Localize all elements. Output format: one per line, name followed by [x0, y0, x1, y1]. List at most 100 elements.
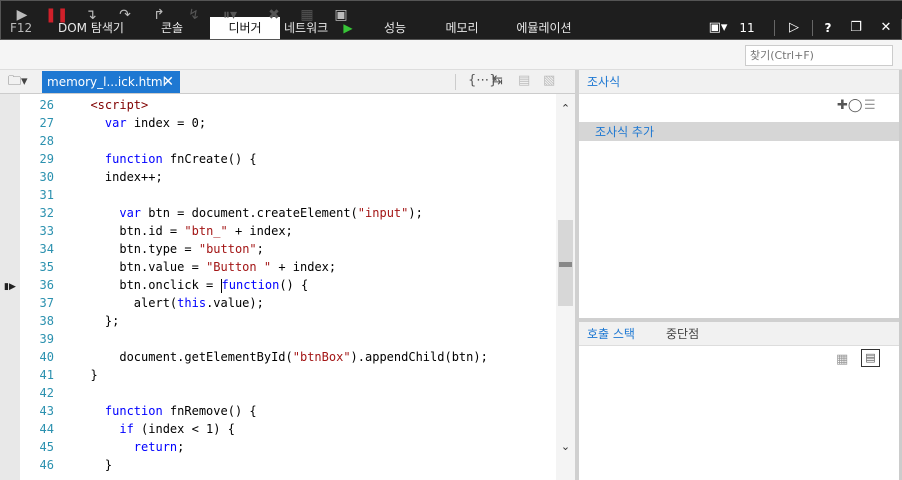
- code-line: 40 document.getElementById("btnBox").app…: [20, 348, 488, 366]
- file-tab-label: memory_l...ick.html: [47, 75, 166, 89]
- show-frames-icon[interactable]: ▤: [861, 349, 880, 367]
- code-token: btn.id = "btn_" + index;: [76, 224, 293, 238]
- line-number: 43: [39, 404, 54, 418]
- code-editor[interactable]: 26 <script> 27 var index = 0; 28 29 func…: [20, 94, 556, 480]
- code-token: );: [408, 206, 423, 220]
- code-line: 41 }: [20, 366, 98, 384]
- line-number: 27: [39, 116, 54, 130]
- line-number: 41: [39, 368, 54, 382]
- code-token: if: [119, 422, 134, 436]
- tab-breakpoints[interactable]: 중단점: [666, 325, 699, 342]
- code-token: btn.id =: [119, 224, 185, 238]
- code-token: + index;: [271, 260, 337, 274]
- code-token: };: [76, 314, 120, 328]
- step-over-icon[interactable]: ↷: [114, 4, 136, 26]
- source-map-icon[interactable]: ▤: [518, 73, 530, 88]
- code-line: 46 }: [20, 456, 113, 474]
- code-token: var: [119, 206, 142, 220]
- code-token: <script>: [90, 98, 149, 112]
- code-token: "btnBox": [292, 350, 351, 364]
- editor-scrollbar[interactable]: ⌃ ⌄: [556, 94, 575, 480]
- break-on-new-worker-icon[interactable]: ↯: [183, 4, 205, 26]
- code-token: document.getElementById("btnBox").append…: [76, 350, 487, 364]
- code-token: var btn = document.createElement("input"…: [76, 206, 423, 220]
- blackbox-icon[interactable]: ▧: [543, 73, 555, 88]
- word-wrap-icon[interactable]: ↹: [492, 73, 503, 88]
- code-token: function: [104, 404, 163, 418]
- code-token: var index = 0;: [76, 116, 206, 130]
- tab-emulation[interactable]: 에뮬레이션: [506, 17, 582, 39]
- line-number: 38: [39, 314, 54, 328]
- code-token: function fnCreate() {: [76, 152, 257, 166]
- line-number: 32: [39, 206, 54, 220]
- line-number: 44: [39, 422, 54, 436]
- tab-memory[interactable]: 메모리: [434, 17, 490, 39]
- code-line: 35 btn.value = "Button " + index;: [20, 258, 337, 276]
- code-token: function fnRemove() {: [76, 404, 257, 418]
- code-token: () {: [279, 278, 309, 292]
- line-number: 40: [39, 350, 54, 364]
- line-number: 26: [39, 98, 54, 112]
- tab-call-stack[interactable]: 호출 스택: [587, 325, 635, 342]
- line-number: 29: [39, 152, 54, 166]
- open-document-icon[interactable]: 🗀▾: [8, 72, 28, 94]
- line-number: 35: [39, 260, 54, 274]
- code-token: "Button ": [206, 260, 272, 274]
- add-watch-label[interactable]: 조사식 추가: [595, 123, 654, 140]
- tab-performance[interactable]: 성능: [372, 17, 418, 39]
- line-number: 31: [39, 188, 54, 202]
- code-token: fnCreate() {: [162, 152, 257, 166]
- line-number: 37: [39, 296, 54, 310]
- code-token: }: [76, 368, 98, 382]
- current-statement-marker-icon: ▮▶: [4, 282, 16, 292]
- code-token: btn.type = "button";: [76, 242, 264, 256]
- disconnect-debugger-icon[interactable]: ✖: [263, 4, 285, 26]
- code-line: 33 btn.id = "btn_" + index;: [20, 222, 293, 240]
- continue-icon[interactable]: ▶: [11, 4, 33, 26]
- code-line: 38 };: [20, 312, 120, 330]
- add-watch-icon[interactable]: ✚◯: [837, 98, 862, 113]
- code-token: this: [177, 296, 207, 310]
- code-line: 31: [20, 186, 76, 204]
- file-tab[interactable]: memory_l...ick.html ✕: [42, 71, 180, 93]
- code-token: }: [76, 458, 113, 472]
- code-line: 34 btn.type = "button";: [20, 240, 264, 258]
- line-number: 36: [39, 278, 54, 292]
- watch-header: [579, 70, 902, 94]
- code-token: btn.value =: [119, 260, 207, 274]
- code-token: index = 0;: [126, 116, 207, 130]
- console-toggle-icon[interactable]: ▷: [784, 17, 804, 39]
- line-number: 39: [39, 332, 54, 346]
- scroll-down-icon[interactable]: ⌄: [556, 440, 575, 453]
- line-number: 30: [39, 170, 54, 184]
- code-token: <script>: [76, 98, 148, 112]
- code-token: "button": [198, 242, 257, 256]
- code-line: 32 var btn = document.createElement("inp…: [20, 204, 423, 222]
- code-line: 43 function fnRemove() {: [20, 402, 257, 420]
- just-my-code-icon[interactable]: ▦: [296, 4, 318, 26]
- code-line: 28: [20, 132, 76, 150]
- find-input[interactable]: [745, 45, 893, 66]
- code-token: index++;: [76, 170, 163, 184]
- breakpoint-toggle-icon[interactable]: ▣: [330, 4, 352, 26]
- step-out-icon[interactable]: ↱: [148, 4, 170, 26]
- exception-behavior-icon[interactable]: ⏸▾: [219, 4, 241, 26]
- scroll-up-icon[interactable]: ⌃: [556, 102, 575, 115]
- help-button[interactable]: ?: [820, 17, 836, 39]
- line-number: 42: [39, 386, 54, 400]
- watch-title[interactable]: 조사식: [587, 73, 620, 90]
- code-line: 44 if (index < 1) {: [20, 420, 235, 438]
- target-monitor-icon[interactable]: ▣▾: [706, 17, 730, 39]
- code-line: 39: [20, 330, 76, 348]
- close-icon[interactable]: ✕: [876, 17, 896, 39]
- show-native-code-icon[interactable]: ▦: [836, 352, 848, 367]
- undock-icon[interactable]: ❐: [846, 17, 866, 39]
- line-number: 45: [39, 440, 54, 454]
- separator: [812, 20, 813, 36]
- code-token: + index;: [227, 224, 293, 238]
- close-tab-icon[interactable]: ✕: [162, 71, 174, 93]
- delete-all-watches-icon[interactable]: ☰: [864, 98, 876, 113]
- break-icon[interactable]: ❚❚: [45, 4, 68, 26]
- step-into-icon[interactable]: ↴: [80, 4, 102, 26]
- code-token: alert(this.value);: [76, 296, 264, 310]
